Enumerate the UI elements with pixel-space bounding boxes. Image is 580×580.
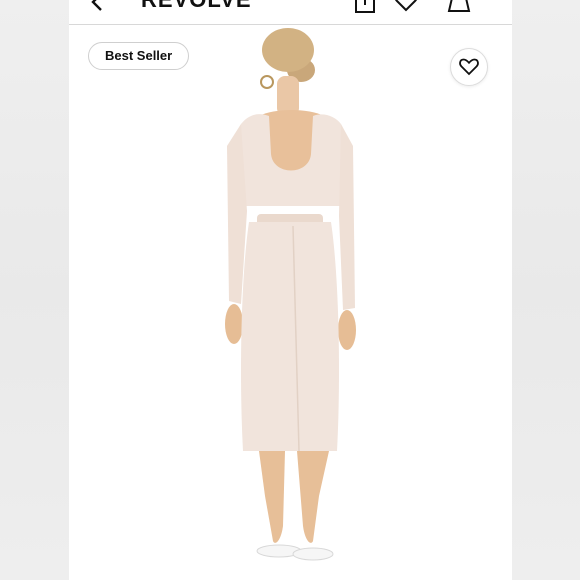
heart-icon[interactable] bbox=[394, 0, 418, 12]
app-screen: REVOLVE 47 0 Best Seller bbox=[69, 0, 512, 580]
best-seller-badge: Best Seller bbox=[88, 42, 190, 70]
share-icon[interactable] bbox=[354, 0, 376, 14]
wishlist-count: 47 bbox=[425, 0, 435, 1]
heart-outline-icon bbox=[459, 58, 479, 76]
bag-icon[interactable] bbox=[446, 0, 472, 12]
bag-count: 0 bbox=[480, 0, 485, 1]
add-to-wishlist-button[interactable] bbox=[450, 48, 488, 86]
header-bar: REVOLVE 47 0 bbox=[69, 0, 512, 25]
background-right bbox=[512, 0, 580, 580]
brand-logo[interactable]: REVOLVE bbox=[141, 0, 252, 11]
back-arrow-icon[interactable] bbox=[87, 0, 109, 14]
product-image[interactable] bbox=[189, 26, 389, 578]
background-left bbox=[0, 0, 69, 580]
